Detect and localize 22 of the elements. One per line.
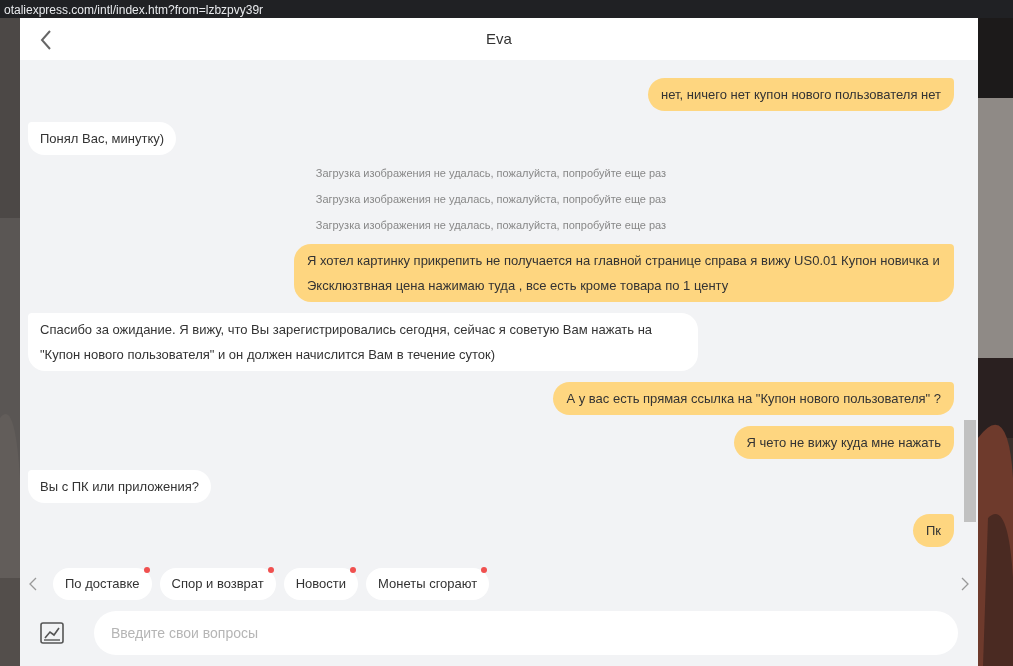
quick-reply-chip[interactable]: Новости [283,568,359,600]
quick-reply-chip[interactable]: Спор и возврат [159,568,276,600]
quick-reply-chip[interactable]: По доставке [53,568,152,600]
user-message-bubble: Я хотел картинку прикрепить не получается на главной странице справа я вижу US0.01 Купон новичка и Эксклюзтвная цена нажимаю туда , все есть кроме товара по 1 центу [294,244,954,302]
scroll-left-icon[interactable] [29,577,37,591]
quick-reply-chip[interactable]: Монеты сгорают [366,568,490,600]
question-input-field[interactable]: Введите свои вопросы [94,611,958,655]
user-message-bubble: А у вас есть прямая ссылка на "Купон нового пользователя" ? [553,382,954,415]
user-message-bubble: Я чето не вижу куда мне нажать [733,426,954,459]
image-icon[interactable] [40,622,64,644]
scrollbar[interactable] [964,420,976,522]
back-icon[interactable] [40,30,52,50]
chat-title: Eva [486,28,512,49]
system-notice: Загрузка изображения не удалась, пожалуйста, попробуйте еще раз [315,166,667,181]
agent-message-bubble: Понял Вас, минутку) [28,122,177,155]
system-notice: Загрузка изображения не удалась, пожалуйста, попробуйте еще раз [315,192,667,207]
agent-message-bubble: Спасибо за ожидание. Я вижу, что Вы зарегистрировались сегодня, сейчас я советую Вам нажать на "Купон нового пользователя" и он должен начислится Вам в течение суток) [28,313,698,371]
user-message-bubble: нет, ничего нет купон нового пользователя нет [648,78,954,111]
system-notice: Загрузка изображения не удалась, пожалуйста, попробуйте еще раз [315,218,667,233]
scroll-right-icon[interactable] [961,577,969,591]
user-message-bubble: Пк [912,514,954,547]
agent-message-bubble: Вы с ПК или приложения? [28,470,211,503]
